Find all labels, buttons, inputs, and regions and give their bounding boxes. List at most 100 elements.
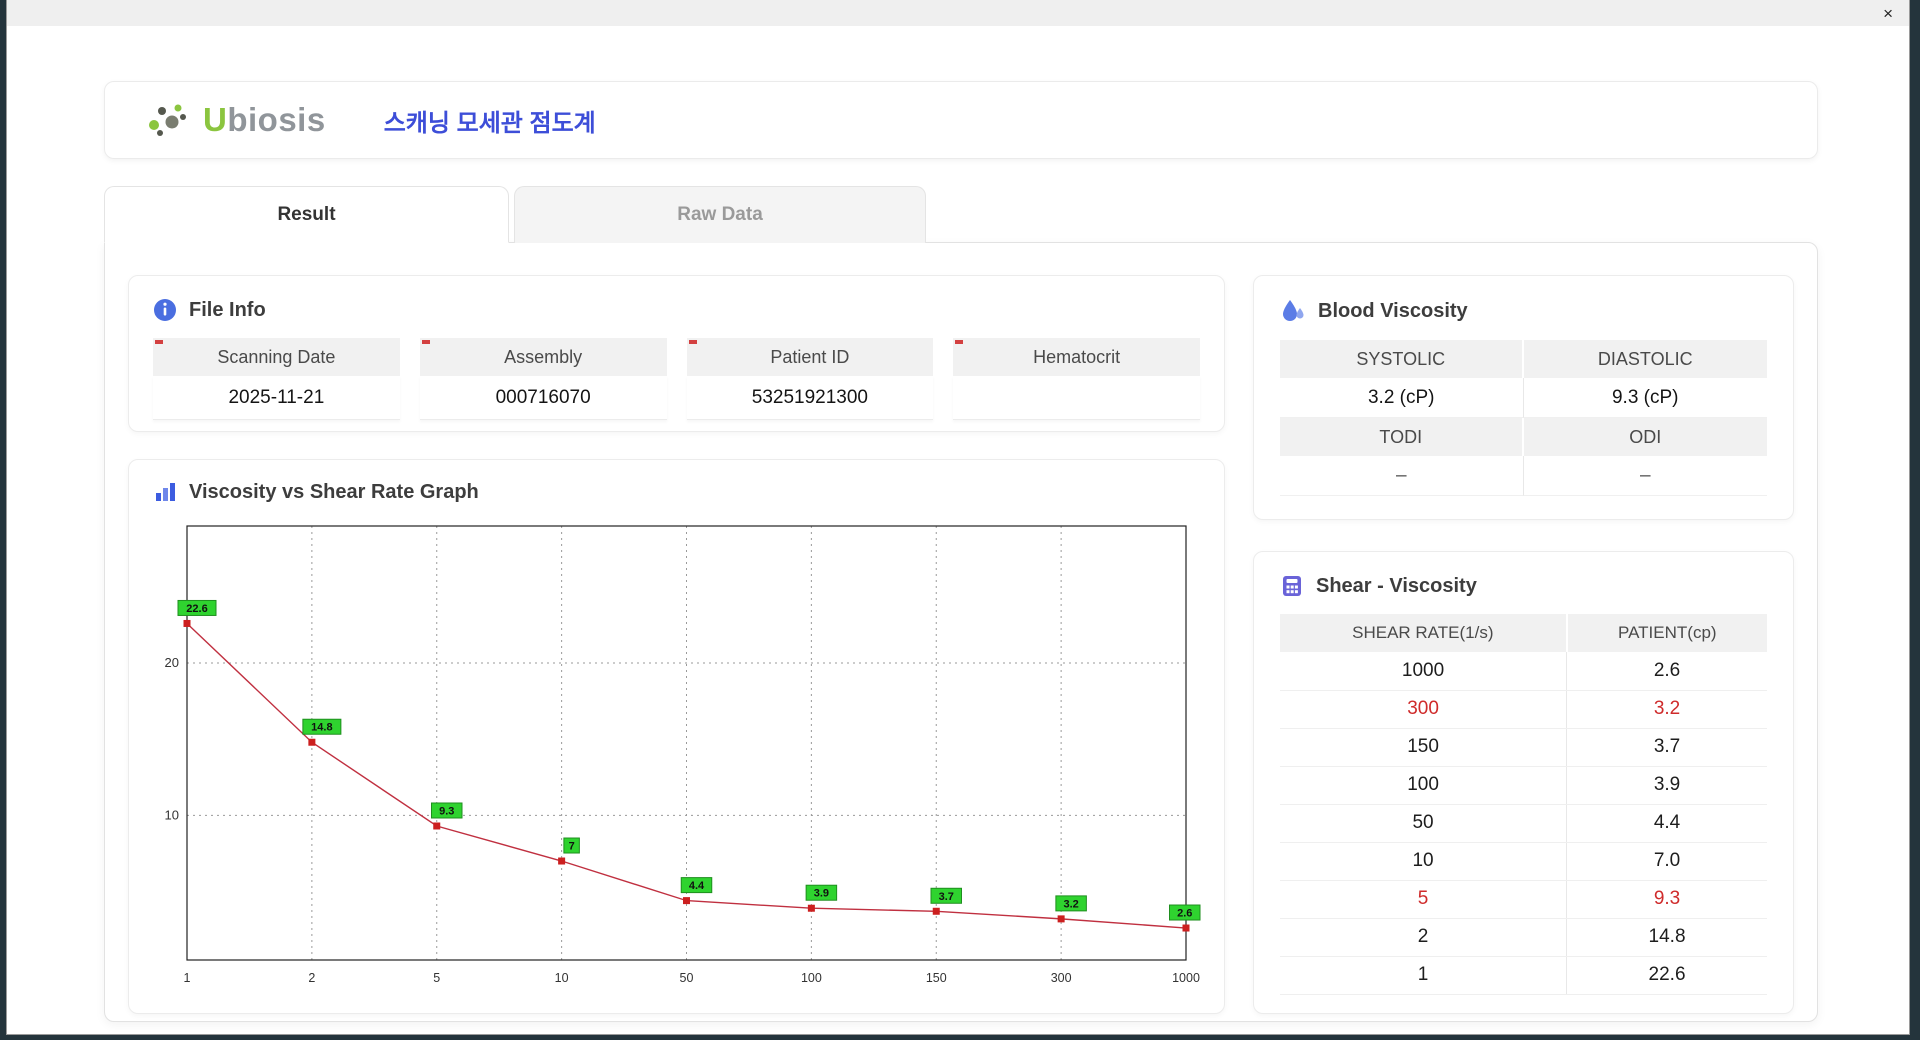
viscosity-graph-card: Viscosity vs Shear Rate Graph 10 20 1 2 5 10 5… xyxy=(128,459,1225,1014)
patient-cell: 22.6 xyxy=(1566,956,1767,995)
svg-text:9.3: 9.3 xyxy=(439,805,454,817)
table-row: 50 4.4 xyxy=(1280,804,1767,843)
field-value: 000716070 xyxy=(419,376,667,420)
tab-result-label: Result xyxy=(277,203,336,225)
svg-text:100: 100 xyxy=(801,971,822,985)
table-row: 1 22.6 xyxy=(1280,956,1767,995)
todi-label: TODI xyxy=(1280,418,1524,456)
field-hematocrit: Hematocrit xyxy=(953,338,1200,420)
file-info-title: File Info xyxy=(189,298,266,321)
shear-viscosity-title: Shear - Viscosity xyxy=(1316,574,1477,597)
titlebar: × xyxy=(7,0,1909,26)
odi-value: – xyxy=(1523,456,1767,496)
calculator-icon xyxy=(1280,574,1304,598)
shear-rate-cell: 300 xyxy=(1280,690,1568,729)
shear-rate-cell: 1 xyxy=(1280,956,1568,995)
svg-text:3.2: 3.2 xyxy=(1063,898,1078,910)
svg-text:3.9: 3.9 xyxy=(814,888,829,900)
shear-rate-cell: 100 xyxy=(1280,766,1568,805)
app-window: × Ubiosis 스캐닝 모세관 점도계 Result Raw Data Fi… xyxy=(6,0,1910,1035)
svg-text:5: 5 xyxy=(433,971,440,985)
field-assembly: Assembly 000716070 xyxy=(419,338,667,420)
patient-cell: 14.8 xyxy=(1566,918,1767,957)
table-row: 10 7.0 xyxy=(1280,842,1767,881)
diastolic-label: DIASTOLIC xyxy=(1523,340,1767,378)
svg-text:2: 2 xyxy=(308,971,315,985)
table-row: 300 3.2 xyxy=(1280,690,1767,729)
logo-rest: biosis xyxy=(227,101,326,138)
field-patient-id: Patient ID 53251921300 xyxy=(686,338,934,420)
viscosity-chart: 10 20 1 2 5 10 50 100 150 300 1000 22.6 14.8 9.3 7 4.4 3… xyxy=(153,522,1201,1000)
odi-label: ODI xyxy=(1523,418,1767,456)
field-label: Hematocrit xyxy=(953,338,1200,376)
blood-viscosity-title: Blood Viscosity xyxy=(1318,299,1468,322)
patient-column-header: PATIENT(cp) xyxy=(1566,614,1767,652)
svg-text:3.7: 3.7 xyxy=(939,891,954,903)
svg-text:1: 1 xyxy=(184,971,191,985)
bar-chart-icon xyxy=(153,480,177,504)
logo-first-letter: U xyxy=(203,101,228,138)
shear-rate-cell: 1000 xyxy=(1280,652,1568,691)
patient-cell: 4.4 xyxy=(1566,804,1767,843)
shear-rate-column-header: SHEAR RATE(1/s) xyxy=(1280,614,1568,652)
shear-rate-cell: 150 xyxy=(1280,728,1568,767)
table-row: 150 3.7 xyxy=(1280,728,1767,767)
patient-cell: 3.9 xyxy=(1566,766,1767,805)
file-info-fields: Scanning Date 2025-11-21 Assembly 000716… xyxy=(153,338,1200,420)
table-row: 5 9.3 xyxy=(1280,880,1767,919)
patient-cell: 7.0 xyxy=(1566,842,1767,881)
table-row: 2 14.8 xyxy=(1280,918,1767,957)
file-info-card: File Info Scanning Date 2025-11-21 Assem… xyxy=(128,275,1225,432)
table-header-row: SHEAR RATE(1/s) PATIENT(cp) xyxy=(1280,614,1767,652)
svg-text:20: 20 xyxy=(165,655,179,670)
tab-raw-data[interactable]: Raw Data xyxy=(514,186,926,243)
svg-text:10: 10 xyxy=(555,971,569,985)
tab-raw-data-label: Raw Data xyxy=(677,204,763,225)
svg-text:300: 300 xyxy=(1051,971,1072,985)
field-label: Patient ID xyxy=(686,338,934,376)
result-panel: File Info Scanning Date 2025-11-21 Assem… xyxy=(104,242,1818,1022)
logo-text: Ubiosis xyxy=(203,101,326,139)
blood-viscosity-grid: SYSTOLIC DIASTOLIC 3.2 (cP) 9.3 (cP) TOD… xyxy=(1280,340,1767,496)
field-value: 53251921300 xyxy=(686,376,934,420)
systolic-label: SYSTOLIC xyxy=(1280,340,1524,378)
shear-rate-cell: 10 xyxy=(1280,842,1568,881)
systolic-value: 3.2 (cP) xyxy=(1280,378,1524,418)
page-title: 스캐닝 모세관 점도계 xyxy=(383,109,596,137)
chart-svg: 10 20 1 2 5 10 50 100 150 300 1000 22.6 14.8 9.3 7 4.4 3… xyxy=(165,525,1201,985)
field-label: Scanning Date xyxy=(153,338,400,376)
svg-text:22.6: 22.6 xyxy=(186,603,207,615)
table-row: 1000 2.6 xyxy=(1280,652,1767,691)
svg-text:10: 10 xyxy=(165,807,179,822)
svg-text:1000: 1000 xyxy=(1172,971,1200,985)
svg-text:2.6: 2.6 xyxy=(1177,908,1192,920)
svg-text:50: 50 xyxy=(680,971,694,985)
droplet-icon xyxy=(1280,298,1306,324)
svg-text:14.8: 14.8 xyxy=(311,722,332,734)
field-label: Assembly xyxy=(419,338,667,376)
shear-viscosity-card: Shear - Viscosity SHEAR RATE(1/s) PATIEN… xyxy=(1253,551,1794,1014)
tab-result[interactable]: Result xyxy=(104,186,509,243)
todi-value: – xyxy=(1280,456,1524,496)
blood-viscosity-card: Blood Viscosity SYSTOLIC DIASTOLIC 3.2 (… xyxy=(1253,275,1794,520)
tab-bar: Result Raw Data xyxy=(104,186,1818,243)
field-scanning-date: Scanning Date 2025-11-21 xyxy=(153,338,400,420)
patient-cell: 3.7 xyxy=(1566,728,1767,767)
close-icon[interactable]: × xyxy=(1883,5,1893,22)
dots-logo-icon xyxy=(145,98,189,142)
svg-text:7: 7 xyxy=(569,841,575,853)
info-icon xyxy=(153,298,177,322)
diastolic-value: 9.3 (cP) xyxy=(1523,378,1767,418)
graph-title: Viscosity vs Shear Rate Graph xyxy=(189,480,479,503)
patient-cell: 3.2 xyxy=(1566,690,1767,729)
field-value xyxy=(953,376,1200,420)
patient-cell: 9.3 xyxy=(1566,880,1767,919)
shear-viscosity-table: SHEAR RATE(1/s) PATIENT(cp) 1000 2.6 300 3.… xyxy=(1280,614,1767,995)
shear-rate-cell: 50 xyxy=(1280,804,1568,843)
shear-rate-cell: 5 xyxy=(1280,880,1568,919)
field-value: 2025-11-21 xyxy=(153,376,400,420)
shear-rate-cell: 2 xyxy=(1280,918,1568,957)
patient-cell: 2.6 xyxy=(1566,652,1767,691)
svg-text:150: 150 xyxy=(926,971,947,985)
svg-text:4.4: 4.4 xyxy=(689,880,705,892)
